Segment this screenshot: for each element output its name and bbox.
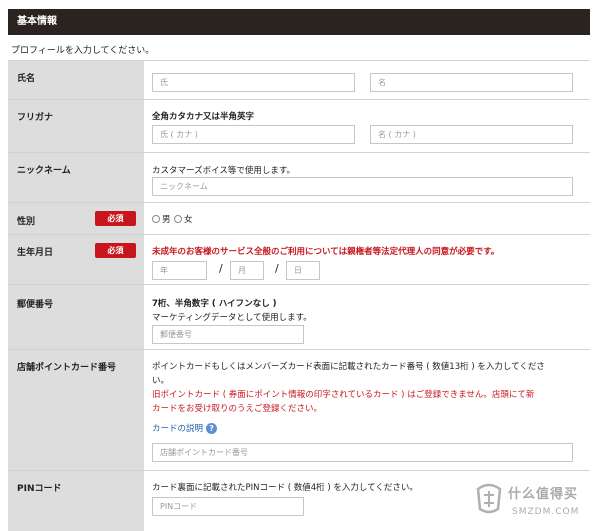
birth-year-input[interactable]: 年: [152, 261, 207, 280]
required-badge: 必須: [95, 211, 136, 226]
help-icon[interactable]: ?: [206, 423, 218, 434]
furigana-note: 全角カタカナ又は半角英字: [152, 112, 255, 122]
gender-female-label: 女: [184, 215, 193, 225]
smzdm-watermark: 什么值得买 SMZDM.COM: [474, 479, 594, 527]
watermark-url: SMZDM.COM: [512, 507, 580, 517]
section-title: 基本情報: [17, 16, 57, 27]
point-card-number-input[interactable]: 店舗ポイントカード番号: [152, 443, 573, 462]
first-name-input[interactable]: 名: [370, 73, 573, 92]
smzdm-logo-icon: [476, 483, 502, 514]
label-point-card: 店舗ポイントカード番号: [17, 363, 117, 373]
row-postal: 郵便番号 7桁、半角数字 ( ハイフンなし ) マーケティングデータとして使用し…: [8, 285, 590, 350]
first-name-kana-input[interactable]: 名 ( カナ ): [370, 125, 573, 144]
last-name-input[interactable]: 氏: [152, 73, 355, 92]
row-gender: 性別 必須 男 女: [8, 203, 590, 235]
row-furigana: フリガナ 全角カタカナ又は半角英字 氏 ( カナ ) 名 ( カナ ): [8, 100, 590, 153]
card-help-link[interactable]: カードの説明?: [152, 422, 218, 434]
point-card-note-line2: い。: [152, 376, 170, 386]
pin-code-input[interactable]: PINコード: [152, 497, 304, 516]
label-nickname: ニックネーム: [17, 166, 71, 176]
section-header: 基本情報: [8, 9, 590, 35]
nickname-note: カスタマーズボイス等で使用します。: [152, 166, 295, 176]
row-name: 氏名 氏 名: [8, 61, 590, 100]
watermark-name: 什么值得买: [508, 487, 579, 502]
postal-code-input[interactable]: 郵便番号: [152, 325, 304, 344]
gender-female-radio[interactable]: [174, 215, 182, 223]
card-help-link-label: カードの説明: [152, 424, 204, 434]
intro-text: プロフィールを入力してください。: [11, 46, 155, 56]
label-furigana: フリガナ: [17, 113, 54, 123]
profile-form: 氏名 氏 名 フリガナ 全角カタカナ又は半角英字 氏 ( カナ ) 名 ( カナ…: [8, 60, 590, 531]
row-point-card: 店舗ポイントカード番号 ポイントカードもしくはメンバーズカード表面に記載されたカ…: [8, 350, 590, 471]
postal-format-note: 7桁、半角数字 ( ハイフンなし ): [152, 299, 277, 309]
old-card-warning-line1: 旧ポイントカード ( 券面にポイント情報の印字されているカード ) はご登録でき…: [152, 390, 535, 400]
birth-day-input[interactable]: 日: [286, 261, 320, 280]
old-card-warning-line2: カードをお受け取りのうえご登録ください。: [152, 404, 323, 414]
gender-male-label: 男: [162, 215, 171, 225]
date-separator: /: [275, 262, 279, 275]
label-pin: PINコード: [17, 484, 62, 494]
required-badge: 必須: [95, 243, 136, 258]
row-nickname: ニックネーム カスタマーズボイス等で使用します。 ニックネーム: [8, 153, 590, 203]
label-name: 氏名: [17, 74, 36, 84]
last-name-kana-input[interactable]: 氏 ( カナ ): [152, 125, 355, 144]
point-card-note-line1: ポイントカードもしくはメンバーズカード表面に記載されたカード番号 ( 数値13桁…: [152, 362, 545, 372]
birthday-notice: 未成年のお客様のサービス全般のご利用については親権者等法定代理人の同意が必要です…: [152, 247, 500, 257]
row-birthday: 生年月日 必須 未成年のお客様のサービス全般のご利用については親権者等法定代理人…: [8, 235, 590, 285]
nickname-input[interactable]: ニックネーム: [152, 177, 573, 196]
label-gender: 性別: [17, 217, 36, 227]
birth-month-input[interactable]: 月: [230, 261, 264, 280]
gender-male-radio[interactable]: [152, 215, 160, 223]
label-postal: 郵便番号: [17, 300, 54, 310]
date-separator: /: [219, 262, 223, 275]
label-birthday: 生年月日: [17, 248, 54, 258]
postal-usage-note: マーケティングデータとして使用します。: [152, 313, 312, 323]
pin-note: カード裏面に記載されたPINコード ( 数値4桁 ) を入力してください。: [152, 483, 418, 493]
